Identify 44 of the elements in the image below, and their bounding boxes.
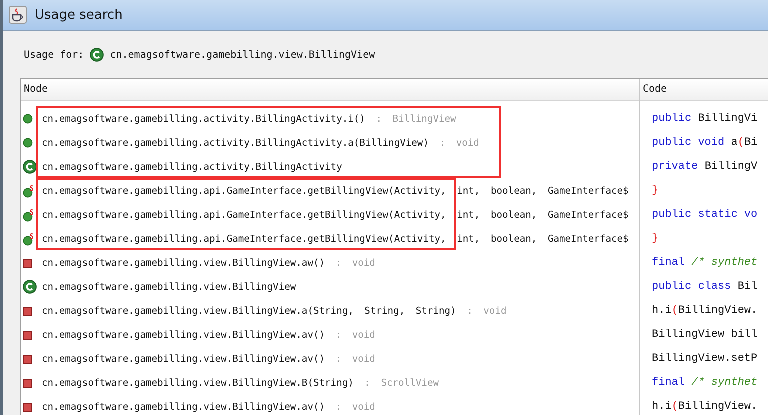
code-line: h.i(BillingView. bbox=[652, 401, 758, 413]
node-text[interactable]: cn.emagsoftware.gamebilling.activity.BillingActivity.i() : BillingView bbox=[42, 114, 456, 124]
usage-for-label: Usage for: bbox=[24, 50, 84, 60]
private-method-icon bbox=[23, 330, 32, 340]
static-method-icon bbox=[23, 184, 35, 198]
window-title: Usage search bbox=[35, 8, 123, 22]
coffee-cup-icon bbox=[9, 6, 27, 24]
code-line: final /* synthet bbox=[652, 377, 758, 389]
usage-target: cn.emagsoftware.gamebilling.view.BillingView bbox=[110, 50, 376, 60]
private-method-icon bbox=[23, 306, 32, 316]
code-line: public BillingVi bbox=[652, 113, 758, 125]
code-line: final /* synthet bbox=[652, 257, 758, 269]
private-method-icon bbox=[23, 402, 32, 412]
node-text[interactable]: cn.emagsoftware.gamebilling.view.BillingView bbox=[42, 282, 296, 292]
class-icon bbox=[23, 280, 37, 294]
node-text[interactable]: cn.emagsoftware.gamebilling.api.GameInterface.getBillingView(Activity, int, boolean, GameInterface$ bbox=[42, 234, 629, 244]
node-text[interactable]: cn.emagsoftware.gamebilling.activity.BillingActivity bbox=[42, 162, 342, 172]
node-text[interactable]: cn.emagsoftware.gamebilling.view.BillingView.av() : void bbox=[42, 402, 376, 412]
code-line: public static vo bbox=[652, 209, 758, 221]
code-line: } bbox=[652, 185, 659, 197]
method-icon bbox=[23, 138, 33, 148]
code-line: h.i(BillingView. bbox=[652, 305, 758, 317]
private-method-icon bbox=[23, 258, 32, 268]
class-icon bbox=[23, 160, 37, 174]
private-method-icon bbox=[23, 378, 32, 388]
method-icon bbox=[23, 114, 33, 124]
class-icon bbox=[90, 48, 104, 62]
static-method-icon bbox=[23, 232, 35, 246]
node-text[interactable]: cn.emagsoftware.gamebilling.view.BillingView.a(String, String, String) : void bbox=[42, 306, 507, 316]
node-text[interactable]: cn.emagsoftware.gamebilling.api.GameInterface.getBillingView(Activity, int, boolean, GameInterface$ bbox=[42, 186, 629, 196]
code-line: BillingView.setP bbox=[652, 353, 758, 365]
private-method-icon bbox=[23, 354, 32, 364]
node-text[interactable]: cn.emagsoftware.gamebilling.activity.BillingActivity.a(BillingView) : void bbox=[42, 138, 480, 148]
static-method-icon bbox=[23, 208, 35, 222]
node-text[interactable]: cn.emagsoftware.gamebilling.view.BillingView.B(String) : ScrollView bbox=[42, 378, 439, 388]
node-text[interactable]: cn.emagsoftware.gamebilling.view.BillingView.av() : void bbox=[42, 330, 376, 340]
code-line: public void a(Bi bbox=[652, 137, 758, 149]
code-line: private BillingV bbox=[652, 161, 758, 173]
code-line: public class Bil bbox=[652, 281, 758, 293]
node-text[interactable]: cn.emagsoftware.gamebilling.view.BillingView.av() : void bbox=[42, 354, 376, 364]
node-text[interactable]: cn.emagsoftware.gamebilling.view.BillingView.aw() : void bbox=[42, 258, 376, 268]
code-line: BillingView bill bbox=[652, 329, 758, 341]
code-line: } bbox=[652, 233, 659, 245]
node-text[interactable]: cn.emagsoftware.gamebilling.api.GameInterface.getBillingView(Activity, int, boolean, GameInterface$ bbox=[42, 210, 629, 220]
